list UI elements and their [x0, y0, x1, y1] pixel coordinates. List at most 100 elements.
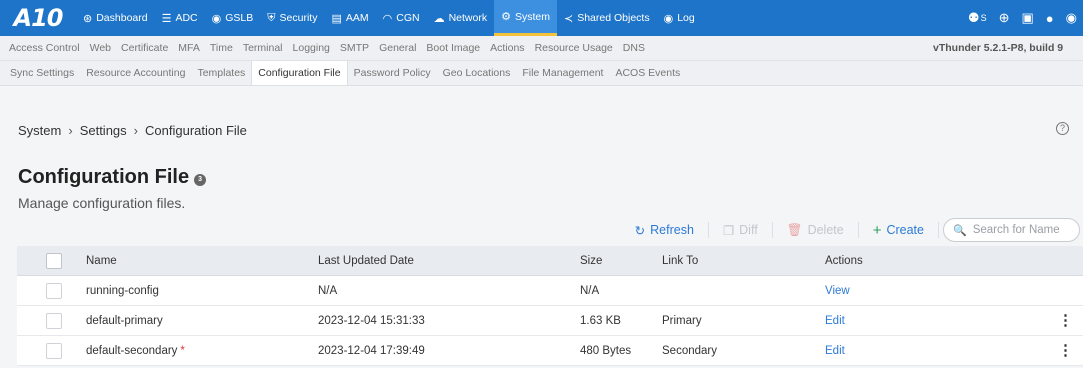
- top-right-tools: ⚉ S ⊕ ▣ ● ◉: [962, 0, 1083, 36]
- tab-acos-events[interactable]: ACOS Events: [609, 61, 686, 85]
- row-date: 2023-12-04 17:39:49: [318, 344, 425, 357]
- subnav-certificate[interactable]: Certificate: [116, 42, 173, 54]
- help-icon[interactable]: ?: [1056, 122, 1069, 135]
- row-checkbox[interactable]: [46, 312, 62, 329]
- toolbar-divider: [938, 222, 939, 238]
- tab-file-management[interactable]: File Management: [516, 61, 609, 85]
- view-link[interactable]: View: [825, 285, 850, 297]
- subnav-general[interactable]: General: [374, 42, 421, 54]
- nav-gslb[interactable]: ◉ GSLB: [205, 0, 261, 36]
- subnav-web[interactable]: Web: [85, 42, 116, 54]
- config-file-table: Name Last Updated Date Size Link To Acti…: [17, 246, 1083, 366]
- breadcrumb: System › Settings › Configuration File: [18, 123, 247, 138]
- column-header-size[interactable]: Size: [580, 255, 662, 267]
- subnav-mfa[interactable]: MFA: [173, 42, 205, 54]
- eye-icon: ◉: [663, 12, 674, 25]
- refresh-icon: ↻: [634, 223, 646, 238]
- globe-icon[interactable]: ⊕: [999, 10, 1010, 26]
- shield-icon: ⛨: [267, 11, 276, 24]
- tab-resource-accounting[interactable]: Resource Accounting: [80, 61, 191, 85]
- trash-icon: 🗑: [786, 222, 803, 237]
- row-size: 1.63 KB: [580, 314, 621, 327]
- settings-subnav: Sync Settings Resource Accounting Templa…: [0, 61, 1083, 86]
- more-options-icon[interactable]: ⋮: [1058, 343, 1073, 359]
- table-row: running-config N/A N/A View: [17, 276, 1083, 306]
- subnav-dns[interactable]: DNS: [618, 42, 650, 54]
- dashboard-icon: ⊛: [83, 12, 93, 25]
- row-name: running-config: [86, 284, 159, 297]
- table-row: default-secondary * 2023-12-04 17:39:49 4…: [17, 336, 1083, 366]
- chevron-right-icon: ›: [68, 123, 73, 138]
- row-name: default-primary: [86, 314, 163, 327]
- system-subnav: Access Control Web Certificate MFA Time …: [0, 36, 1083, 61]
- refresh-button[interactable]: ↻ Refresh: [621, 223, 708, 238]
- row-size: 480 Bytes: [580, 344, 632, 357]
- id-card-icon: ▤: [331, 12, 342, 25]
- version-label: vThunder 5.2.1-P8, build 9: [933, 42, 1064, 54]
- nav-log[interactable]: ◉ Log: [657, 0, 702, 36]
- row-checkbox[interactable]: [46, 342, 62, 359]
- column-header-name[interactable]: Name: [86, 255, 318, 267]
- nav-network[interactable]: ☁ Network: [427, 0, 495, 36]
- count-badge: 3: [194, 173, 207, 186]
- gear-icon: ⚙: [501, 11, 511, 23]
- save-icon[interactable]: ▣: [1022, 10, 1034, 26]
- row-date: N/A: [318, 284, 338, 297]
- select-all-checkbox[interactable]: [46, 252, 62, 269]
- more-options-icon[interactable]: ⋮: [1058, 313, 1073, 329]
- page-subtitle: Manage configuration files.: [18, 195, 186, 211]
- delete-button[interactable]: 🗑 Delete: [773, 223, 858, 238]
- subnav-time[interactable]: Time: [205, 42, 238, 54]
- cloud-icon: ☁: [433, 12, 445, 25]
- account-icon[interactable]: ◉: [1066, 10, 1077, 26]
- help-icon[interactable]: ●: [1046, 11, 1054, 26]
- nav-security[interactable]: ⛨ Security: [260, 0, 324, 36]
- subnav-terminal[interactable]: Terminal: [238, 42, 288, 54]
- tab-geo-locations[interactable]: Geo Locations: [437, 61, 517, 85]
- row-size: N/A: [580, 284, 600, 297]
- page-title: Configuration File 3: [18, 166, 207, 189]
- nav-system[interactable]: ⚙ System: [494, 0, 557, 36]
- adc-icon: ☰: [161, 12, 172, 25]
- top-navbar: A10 ⊛ Dashboard ☰ ADC ◉ GSLB ⛨ Security ▤ AAM…: [0, 0, 1083, 36]
- row-link: Primary: [662, 314, 702, 327]
- nav-cgn[interactable]: ◠ CGN: [376, 0, 427, 36]
- diff-button[interactable]: ❐ Diff: [709, 223, 772, 238]
- table-row: default-primary 2023-12-04 15:31:33 1.63…: [17, 306, 1083, 336]
- column-header-link[interactable]: Link To: [662, 255, 825, 267]
- subnav-smtp[interactable]: SMTP: [335, 42, 374, 54]
- nav-shared-objects[interactable]: ≺ Shared Objects: [557, 0, 657, 36]
- edit-link[interactable]: Edit: [825, 315, 845, 327]
- breadcrumb-settings[interactable]: Settings: [80, 123, 127, 138]
- tab-sync-settings[interactable]: Sync Settings: [4, 61, 80, 85]
- subnav-actions[interactable]: Actions: [485, 42, 529, 54]
- edit-link[interactable]: Edit: [825, 345, 845, 357]
- breadcrumb-current: Configuration File: [145, 123, 247, 138]
- subnav-boot-image[interactable]: Boot Image: [421, 42, 485, 54]
- subnav-logging[interactable]: Logging: [288, 42, 335, 54]
- table-toolbar: ↻ Refresh ❐ Diff 🗑 Delete + Create 🔍 Search f…: [621, 218, 1080, 242]
- search-input[interactable]: 🔍 Search for Name: [943, 218, 1080, 242]
- tab-password-policy[interactable]: Password Policy: [348, 61, 437, 85]
- row-checkbox[interactable]: [46, 282, 62, 299]
- chevron-right-icon: ›: [133, 123, 139, 138]
- nav-dashboard[interactable]: ⊛ Dashboard: [76, 0, 155, 36]
- subnav-access-control[interactable]: Access Control: [4, 42, 85, 54]
- a10-logo[interactable]: A10: [0, 0, 76, 36]
- nav-adc[interactable]: ☰ ADC: [155, 0, 205, 36]
- users-icon: ⚉: [967, 10, 980, 25]
- subnav-resource-usage[interactable]: Resource Usage: [530, 42, 618, 54]
- create-button[interactable]: + Create: [859, 222, 938, 239]
- plus-icon: +: [872, 221, 882, 239]
- user-switch[interactable]: ⚉ S: [968, 10, 987, 26]
- tab-templates[interactable]: Templates: [191, 61, 251, 85]
- nav-aam[interactable]: ▤ AAM: [324, 0, 375, 36]
- globe-icon: ◉: [211, 12, 222, 25]
- column-header-date[interactable]: Last Updated Date: [318, 255, 580, 267]
- column-header-actions: Actions: [825, 254, 863, 267]
- breadcrumb-system[interactable]: System: [18, 123, 61, 138]
- row-name: default-secondary *: [86, 344, 185, 357]
- tab-configuration-file[interactable]: Configuration File: [251, 61, 348, 85]
- row-date: 2023-12-04 15:31:33: [318, 314, 425, 327]
- table-header: Name Last Updated Date Size Link To Acti…: [17, 246, 1083, 276]
